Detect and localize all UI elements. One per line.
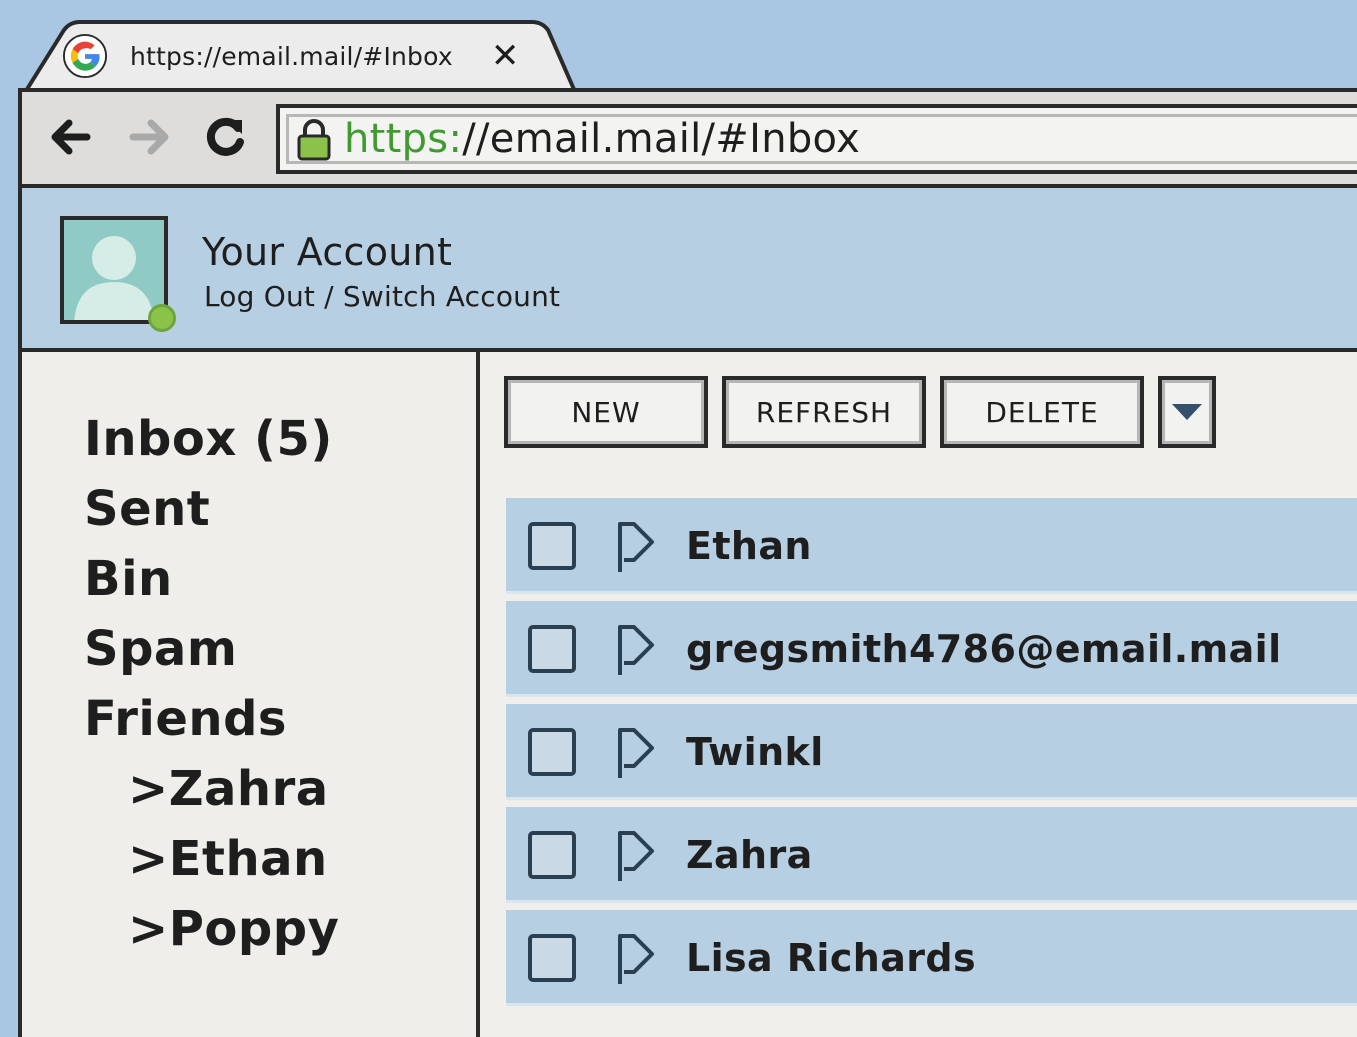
new-button[interactable]: NEW xyxy=(504,376,708,448)
arrow-left-icon xyxy=(51,119,91,155)
address-bar[interactable]: https://email.mail/#Inbox xyxy=(276,104,1357,174)
flag-icon[interactable] xyxy=(614,520,656,574)
message-pane: NEW REFRESH DELETE Ethan gregsmith4786@e… xyxy=(480,352,1357,1037)
folder-friends-poppy[interactable]: >Poppy xyxy=(84,894,339,964)
message-row[interactable]: gregsmith4786@email.mail xyxy=(506,601,1357,697)
browser-window: https://email.mail/#Inbox Your Account L… xyxy=(18,88,1357,1037)
refresh-button[interactable]: REFRESH xyxy=(722,376,926,448)
message-row[interactable]: Lisa Richards xyxy=(506,910,1357,1006)
close-tab-icon[interactable]: ✕ xyxy=(491,39,520,73)
flag-icon[interactable] xyxy=(614,726,656,780)
logout-switch-link[interactable]: Log Out / Switch Account xyxy=(204,280,560,313)
message-checkbox[interactable] xyxy=(528,625,576,673)
message-sender: Ethan xyxy=(686,524,812,568)
message-checkbox[interactable] xyxy=(528,831,576,879)
account-name[interactable]: Your Account xyxy=(202,230,452,274)
lock-icon xyxy=(297,119,331,161)
message-list: Ethan gregsmith4786@email.mail Twinkl Za… xyxy=(506,498,1357,1013)
flag-icon[interactable] xyxy=(614,932,656,986)
account-header: Your Account Log Out / Switch Account xyxy=(22,188,1357,352)
folder-list: Inbox (5) Sent Bin Spam Friends >Zahra >… xyxy=(84,404,339,964)
url-text: https://email.mail/#Inbox xyxy=(344,116,861,162)
folder-inbox[interactable]: Inbox (5) xyxy=(84,404,339,474)
tab-title: https://email.mail/#Inbox xyxy=(130,41,453,71)
browser-toolbar: https://email.mail/#Inbox xyxy=(22,92,1357,188)
message-checkbox[interactable] xyxy=(528,522,576,570)
folder-spam[interactable]: Spam xyxy=(84,614,339,684)
message-sender: Twinkl xyxy=(686,730,824,774)
more-actions-dropdown[interactable] xyxy=(1158,376,1216,448)
message-row[interactable]: Twinkl xyxy=(506,704,1357,800)
folder-friends-ethan[interactable]: >Ethan xyxy=(84,824,339,894)
message-row[interactable]: Zahra xyxy=(506,807,1357,903)
message-checkbox[interactable] xyxy=(528,934,576,982)
google-icon xyxy=(62,33,108,79)
folder-sent[interactable]: Sent xyxy=(84,474,339,544)
flag-icon[interactable] xyxy=(614,623,656,677)
flag-icon[interactable] xyxy=(614,829,656,883)
arrow-right-icon xyxy=(129,119,169,155)
folder-friends-zahra[interactable]: >Zahra xyxy=(84,754,339,824)
message-row[interactable]: Ethan xyxy=(506,498,1357,594)
message-sender: gregsmith4786@email.mail xyxy=(686,627,1282,671)
message-sender: Lisa Richards xyxy=(686,936,976,980)
chevron-down-icon xyxy=(1172,404,1202,420)
forward-button[interactable] xyxy=(126,114,174,160)
folder-bin[interactable]: Bin xyxy=(84,544,339,614)
folder-friends[interactable]: Friends xyxy=(84,684,339,754)
reload-button[interactable] xyxy=(200,114,250,160)
message-sender: Zahra xyxy=(686,833,813,877)
reload-icon xyxy=(206,117,244,156)
back-button[interactable] xyxy=(46,114,94,160)
folder-sidebar: Inbox (5) Sent Bin Spam Friends >Zahra >… xyxy=(22,352,480,1037)
delete-button[interactable]: DELETE xyxy=(940,376,1144,448)
message-checkbox[interactable] xyxy=(528,728,576,776)
user-icon xyxy=(74,236,154,320)
online-status-indicator xyxy=(148,304,176,332)
